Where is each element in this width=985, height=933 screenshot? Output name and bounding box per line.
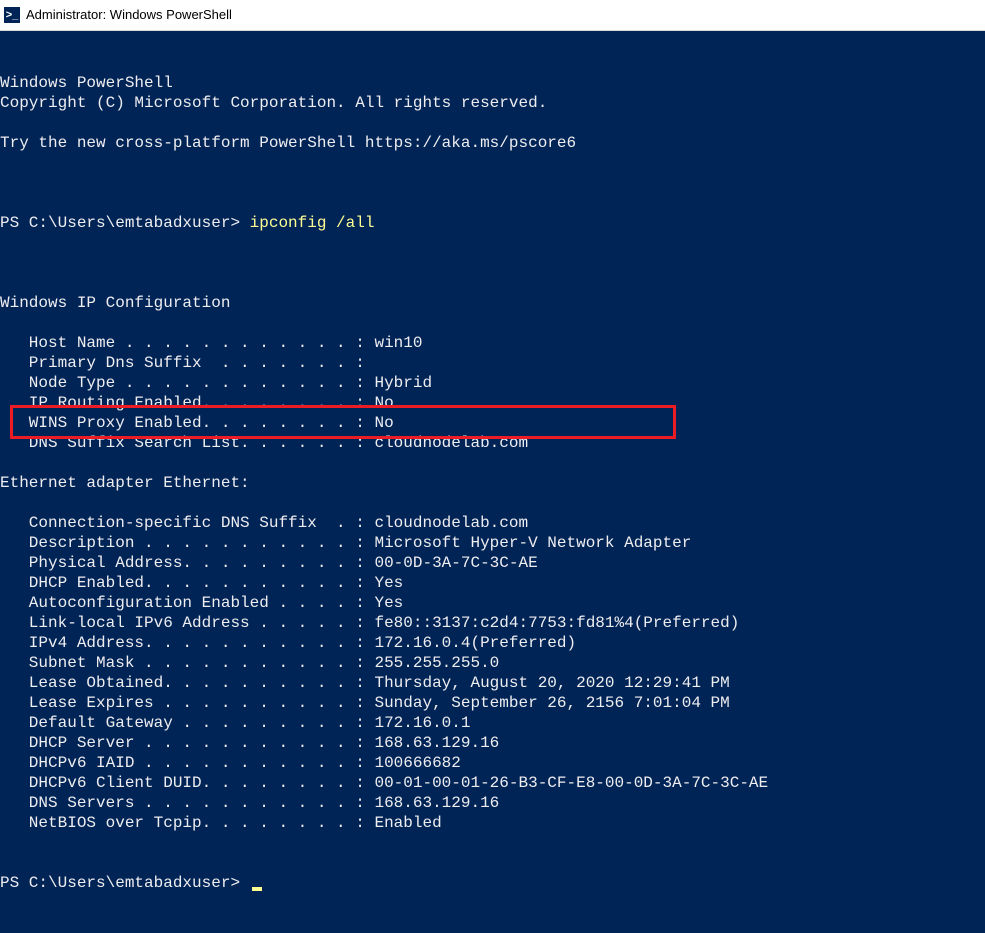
terminal-line: Autoconfiguration Enabled . . . . : Yes [0, 593, 985, 613]
terminal-line [0, 273, 985, 293]
terminal-line: Ethernet adapter Ethernet: [0, 473, 985, 493]
terminal-line: Primary Dns Suffix . . . . . . . : [0, 353, 985, 373]
terminal-line: Physical Address. . . . . . . . . : 00-0… [0, 553, 985, 573]
terminal-line [0, 453, 985, 473]
terminal-line: Node Type . . . . . . . . . . . . : Hybr… [0, 373, 985, 393]
terminal-line: Subnet Mask . . . . . . . . . . . : 255.… [0, 653, 985, 673]
terminal-line [0, 313, 985, 333]
terminal-line: Description . . . . . . . . . . . : Micr… [0, 533, 985, 553]
terminal-line: Windows PowerShell [0, 73, 985, 93]
command-text: ipconfig /all [250, 214, 375, 232]
powershell-icon: >_ [4, 7, 20, 23]
terminal-line: Windows IP Configuration [0, 293, 985, 313]
terminal-output[interactable]: Windows PowerShellCopyright (C) Microsof… [0, 31, 985, 933]
terminal-line: Host Name . . . . . . . . . . . . : win1… [0, 333, 985, 353]
terminal-line: Lease Obtained. . . . . . . . . . : Thur… [0, 673, 985, 693]
terminal-line: DHCPv6 IAID . . . . . . . . . . . : 1006… [0, 753, 985, 773]
terminal-line: Lease Expires . . . . . . . . . . : Sund… [0, 693, 985, 713]
terminal-line: WINS Proxy Enabled. . . . . . . . : No [0, 413, 985, 433]
terminal-line: NetBIOS over Tcpip. . . . . . . . : Enab… [0, 813, 985, 833]
prompt-prefix: PS C:\Users\emtabadxuser> [0, 874, 250, 892]
window-titlebar[interactable]: >_ Administrator: Windows PowerShell [0, 0, 985, 31]
terminal-line: Try the new cross-platform PowerShell ht… [0, 133, 985, 153]
terminal-line: IPv4 Address. . . . . . . . . . . : 172.… [0, 633, 985, 653]
window-title: Administrator: Windows PowerShell [26, 5, 232, 25]
prompt-prefix: PS C:\Users\emtabadxuser> [0, 214, 250, 232]
terminal-line: DHCP Enabled. . . . . . . . . . . : Yes [0, 573, 985, 593]
terminal-line: Link-local IPv6 Address . . . . . : fe80… [0, 613, 985, 633]
terminal-line: Copyright (C) Microsoft Corporation. All… [0, 93, 985, 113]
terminal-line: DNS Servers . . . . . . . . . . . : 168.… [0, 793, 985, 813]
cursor [252, 887, 262, 891]
terminal-line: Default Gateway . . . . . . . . . : 172.… [0, 713, 985, 733]
terminal-line: Connection-specific DNS Suffix . : cloud… [0, 513, 985, 533]
terminal-line: DNS Suffix Search List. . . . . . : clou… [0, 433, 985, 453]
terminal-line: DHCPv6 Client DUID. . . . . . . . : 00-0… [0, 773, 985, 793]
terminal-line: IP Routing Enabled. . . . . . . . : No [0, 393, 985, 413]
terminal-line [0, 493, 985, 513]
terminal-line [0, 113, 985, 133]
terminal-line: DHCP Server . . . . . . . . . . . : 168.… [0, 733, 985, 753]
terminal-line [0, 153, 985, 173]
